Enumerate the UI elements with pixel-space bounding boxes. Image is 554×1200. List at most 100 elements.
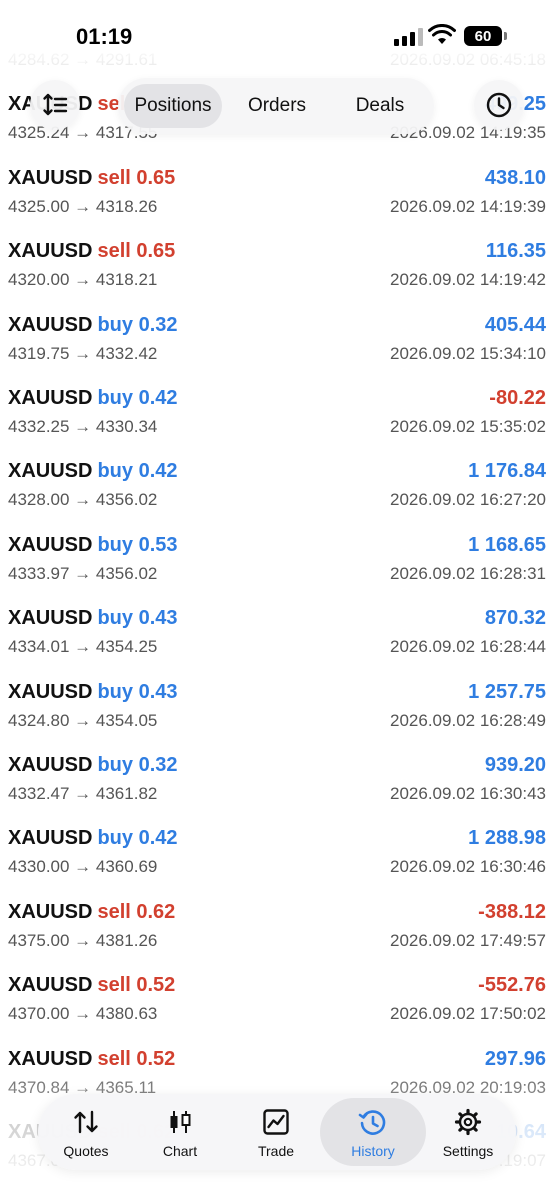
trade-row[interactable]: XAUUSD sell 0.52 -552.76 4370.00 → 4380.63 2…: [0, 970, 554, 1043]
trade-profit: 1 257.75: [468, 681, 546, 703]
trade-side: sell 0.62: [97, 901, 175, 923]
trade-profit: 1 288.98: [468, 827, 546, 849]
trade-side-type: buy: [97, 460, 134, 482]
trade-title: XAUUSD buy 0.43: [8, 681, 178, 704]
trade-side-type: buy: [97, 387, 134, 409]
trade-volume: 0.42: [138, 460, 178, 482]
trade-row[interactable]: XAUUSD buy 0.42 1 176.84 4328.00 → 4356.02 2…: [0, 456, 554, 529]
trade-prices: 4332.25 → 4330.34: [8, 417, 158, 436]
history-clock-icon: [358, 1110, 386, 1135]
tab-quotes-label: Quotes: [63, 1143, 109, 1159]
trade-prices: 4328.00 → 4356.02: [8, 490, 158, 509]
trade-datetime: 2026.09.02 14:19:39: [390, 197, 546, 216]
trade-row[interactable]: XAUUSD buy 0.42 -80.22 4332.25 → 4330.34 202…: [0, 383, 554, 456]
signal-icon: [394, 28, 423, 46]
history-segmented-control: Positions Orders Deals: [118, 78, 434, 134]
trade-profit: 939.20: [484, 754, 546, 776]
trade-side: buy 0.43: [97, 681, 177, 703]
battery-level: 60: [474, 27, 492, 45]
trade-row[interactable]: XAUUSD sell 0.62 -388.12 4375.00 → 4381.26 2…: [0, 897, 554, 970]
trade-volume: 0.43: [138, 681, 178, 703]
trade-side-type: sell: [97, 974, 131, 996]
trade-row[interactable]: XAUUSD buy 0.32 939.20 4332.47 → 4361.82 202…: [0, 750, 554, 823]
trade-row[interactable]: XAUUSD buy 0.43 1 257.75 4324.80 → 4354.05 2…: [0, 677, 554, 750]
trade-profit: 438.10: [484, 167, 546, 189]
trade-datetime: 2026.09.02 17:49:57: [390, 931, 546, 950]
tab-orders[interactable]: Orders: [228, 84, 326, 128]
trade-side: buy 0.32: [97, 754, 177, 776]
trade-side: buy 0.42: [97, 387, 177, 409]
trade-side-type: buy: [97, 681, 134, 703]
candlestick-chart-icon: [170, 1111, 191, 1133]
trade-row[interactable]: XAUUSD buy 0.53 1 168.65 4333.97 → 4356.02 2…: [0, 530, 554, 603]
trade-volume: 0.65: [136, 167, 176, 189]
trade-line-chart-icon: [263, 1109, 289, 1135]
trade-title: XAUUSD buy 0.43: [8, 607, 178, 630]
trade-prices: 4333.97 → 4356.02: [8, 564, 158, 583]
trade-datetime: 2026.09.02 14:19:42: [390, 270, 546, 289]
trade-row[interactable]: XAUUSD sell 0.65 116.35 4320.00 → 4318.21 20…: [0, 236, 554, 309]
trade-symbol: XAUUSD: [8, 460, 93, 482]
trade-row[interactable]: XAUUSD sell 0.65 438.10 4325.00 → 4318.26 20…: [0, 163, 554, 236]
sort-button[interactable]: [30, 80, 80, 130]
trade-volume: 0.52: [136, 1048, 176, 1070]
trade-title: XAUUSD sell 0.52: [8, 1048, 175, 1071]
trade-volume: 0.43: [138, 607, 178, 629]
trade-prices: 4375.00 → 4381.26: [8, 931, 158, 950]
trade-title: XAUUSD buy 0.42: [8, 460, 178, 483]
trade-profit: 405.44: [484, 314, 546, 336]
trade-symbol: XAUUSD: [8, 534, 93, 556]
quotes-arrows-icon: [74, 1110, 98, 1134]
trade-symbol: XAUUSD: [8, 754, 93, 776]
period-button[interactable]: [474, 80, 524, 130]
trade-title: XAUUSD sell 0.52: [8, 974, 175, 997]
trade-volume: 0.42: [138, 827, 178, 849]
trade-symbol: XAUUSD: [8, 1048, 93, 1070]
trade-datetime: 2026.09.02 16:28:49: [390, 711, 546, 730]
status-bar: 01:19 60: [0, 0, 554, 72]
trade-prices: 4330.00 → 4360.69: [8, 857, 158, 876]
wifi-icon: [428, 24, 456, 44]
trade-title: XAUUSD buy 0.42: [8, 387, 178, 410]
trade-row[interactable]: XAUUSD buy 0.43 870.32 4334.01 → 4354.25 202…: [0, 603, 554, 676]
battery-tip: [504, 32, 507, 40]
trade-volume: 0.53: [138, 534, 178, 556]
trade-row[interactable]: XAUUSD buy 0.42 1 288.98 4330.00 → 4360.69 2…: [0, 823, 554, 896]
trade-side-type: buy: [97, 754, 134, 776]
trade-side: buy 0.42: [97, 827, 177, 849]
trade-profit: -80.22: [489, 387, 546, 409]
tab-positions[interactable]: Positions: [124, 84, 222, 128]
trade-side: sell 0.65: [97, 240, 175, 262]
trade-side: sell 0.52: [97, 974, 175, 996]
trade-profit: 1 168.65: [468, 534, 546, 556]
tab-trade[interactable]: Trade: [228, 1094, 324, 1170]
trade-volume: 0.52: [136, 974, 176, 996]
tab-deals[interactable]: Deals: [332, 84, 428, 128]
trade-side: sell 0.65: [97, 167, 175, 189]
trade-side-type: buy: [97, 827, 134, 849]
tab-history[interactable]: History: [320, 1098, 426, 1166]
trade-side: buy 0.53: [97, 534, 177, 556]
trade-profit: 1 176.84: [468, 460, 546, 482]
trade-volume: 0.62: [136, 901, 176, 923]
trade-volume: 0.32: [138, 754, 178, 776]
trade-prices: 4332.47 → 4361.82: [8, 784, 158, 803]
trade-prices: 4324.80 → 4354.05: [8, 711, 158, 730]
trade-profit: 870.32: [484, 607, 546, 629]
tab-quotes[interactable]: Quotes: [38, 1094, 134, 1170]
top-bar: Positions Orders Deals: [0, 72, 554, 142]
tab-settings[interactable]: Settings: [420, 1094, 516, 1170]
trade-title: XAUUSD buy 0.53: [8, 534, 178, 557]
trade-row[interactable]: XAUUSD buy 0.32 405.44 4319.75 → 4332.42 202…: [0, 310, 554, 383]
tab-chart-label: Chart: [162, 1143, 198, 1159]
tab-chart[interactable]: Chart: [132, 1094, 228, 1170]
trade-profit: 116.35: [485, 240, 546, 262]
trade-datetime: 2026.09.02 16:28:44: [390, 637, 546, 656]
sort-icon: [43, 93, 68, 116]
trade-datetime: 2026.09.02 15:34:10: [390, 344, 546, 363]
trade-title: XAUUSD buy 0.42: [8, 827, 178, 850]
trade-symbol: XAUUSD: [8, 827, 93, 849]
trade-datetime: 2026.09.02 16:30:46: [390, 857, 546, 876]
trade-side: buy 0.32: [97, 314, 177, 336]
trade-volume: 0.42: [138, 387, 178, 409]
